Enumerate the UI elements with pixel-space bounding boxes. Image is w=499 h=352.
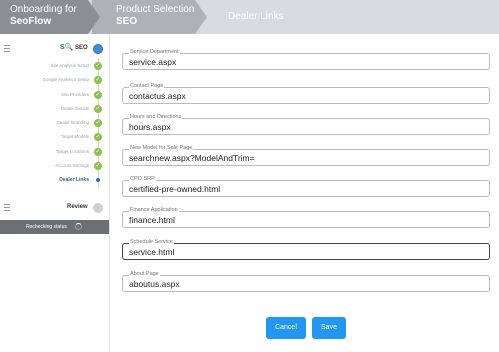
- service-department-field[interactable]: service.aspx: [122, 53, 490, 70]
- sidebar-step[interactable]: Target Locations ✓: [0, 146, 109, 160]
- sidebar-step[interactable]: Site Analysis Setup ✓: [0, 60, 109, 74]
- field-label: About Page: [129, 271, 160, 277]
- sidebar-step[interactable]: Dealer Branding ✓: [0, 117, 109, 131]
- field-value: certified-pre-owned.html: [129, 184, 221, 194]
- breadcrumb-step-label: Dealer Links: [228, 11, 284, 22]
- field-value: finance.html: [129, 215, 175, 225]
- sidebar-section-seo[interactable]: S🔍 SEO: [0, 42, 109, 58]
- seo-search-icon: S🔍: [60, 44, 74, 51]
- checkmark-icon: ✓: [94, 104, 102, 113]
- sidebar-step-label: Google Analytics Setup: [42, 77, 89, 83]
- checkmark-icon: ✓: [94, 90, 102, 99]
- sidebar-section-title: SEO: [75, 45, 88, 51]
- spinner-icon: [75, 223, 82, 230]
- breadcrumb-step-value: SEO: [116, 16, 138, 27]
- checkmark-icon: ✓: [94, 119, 102, 128]
- breadcrumb-step-label: Product Selection: [116, 4, 195, 15]
- cancel-button[interactable]: Cancel: [266, 317, 306, 339]
- field-value: service.html: [129, 247, 175, 257]
- sidebar-step[interactable]: Dealer Details ✓: [0, 103, 109, 117]
- sidebar-divider: [109, 34, 110, 352]
- field-label: Hours and Directions: [129, 114, 183, 120]
- field-label: New Model for Sale Page: [129, 145, 194, 151]
- finance-application-field[interactable]: finance.html: [122, 211, 490, 228]
- sidebar-step-label: Site Analysis Setup: [50, 63, 89, 68]
- sidebar-step-label: Target Locations: [55, 148, 89, 154]
- hours-and-directions-field[interactable]: hours.aspx: [122, 118, 490, 135]
- sidebar-step[interactable]: Target Models ✓: [0, 131, 109, 145]
- field-label: Schedule Service: [129, 239, 174, 245]
- drag-handle-icon[interactable]: [4, 204, 10, 211]
- breadcrumb-step-onboarding[interactable]: Onboarding for SeoFlow: [0, 0, 100, 34]
- checkmark-icon: ✓: [94, 147, 102, 156]
- sidebar-step[interactable]: Google Analytics Setup ✓: [0, 74, 109, 88]
- review-label: Review: [67, 204, 88, 210]
- checkmark-icon: ✓: [94, 62, 102, 70]
- sidebar-step-label: Dealer Branding: [56, 120, 89, 126]
- cpo-srp-field[interactable]: certified-pre-owned.html: [122, 180, 490, 197]
- status-text: Rechecking status: [26, 224, 67, 230]
- field-value: contactus.aspx: [129, 91, 186, 101]
- field-value: service.aspx: [129, 57, 177, 67]
- field-value: searchnew.aspx?ModelAndTrim=: [129, 153, 255, 163]
- sidebar-step-label: Account Settings: [55, 163, 89, 169]
- review-status-dot-icon: [93, 203, 103, 213]
- current-step-dot-icon: [96, 178, 100, 183]
- status-bar: Rechecking status: [0, 220, 109, 234]
- field-value: hours.aspx: [129, 122, 171, 132]
- checkmark-icon: ✓: [94, 76, 102, 85]
- sidebar-step[interactable]: Account Settings ✓: [0, 160, 109, 174]
- breadcrumb-step-label: Onboarding for: [10, 4, 77, 15]
- schedule-service-field[interactable]: service.html: [122, 243, 490, 260]
- sidebar-step-list: Site Analysis Setup ✓ Google Analytics S…: [0, 60, 109, 189]
- sidebar-step[interactable]: Site Providers ✓: [0, 89, 109, 103]
- breadcrumb-step-dealer-links: Dealer Links: [200, 0, 499, 34]
- field-label: CPO SRP: [129, 176, 156, 182]
- new-model-for-sale-page-field[interactable]: searchnew.aspx?ModelAndTrim=: [122, 149, 490, 166]
- about-page-field[interactable]: aboutus.aspx: [122, 275, 490, 292]
- sidebar-step-label: Dealer Links: [59, 177, 89, 184]
- sidebar-step-active[interactable]: Dealer Links: [0, 174, 109, 188]
- breadcrumb-step-value: SeoFlow: [10, 16, 52, 27]
- sidebar-step-label: Target Models: [60, 134, 89, 140]
- field-label: Service Department: [129, 49, 180, 55]
- sidebar: S🔍 SEO Site Analysis Setup ✓ Google Anal…: [0, 34, 109, 352]
- sidebar-section-review[interactable]: Review: [0, 201, 109, 215]
- contact-page-field[interactable]: contactus.aspx: [122, 87, 490, 104]
- checkmark-icon: ✓: [94, 133, 102, 142]
- drag-handle-icon[interactable]: [4, 45, 10, 52]
- field-value: aboutus.aspx: [129, 279, 180, 289]
- section-progress-dot-icon: [93, 44, 103, 54]
- save-button[interactable]: Save: [312, 317, 346, 339]
- checkmark-icon: ✓: [94, 162, 102, 171]
- breadcrumb: Dealer Links Product Selection SEO Onboa…: [0, 0, 499, 34]
- field-label: Finance Application: [129, 207, 179, 213]
- sidebar-step-label: Site Providers: [60, 91, 89, 97]
- sidebar-step-label: Dealer Details: [60, 105, 89, 111]
- field-label: Contact Page: [129, 83, 165, 89]
